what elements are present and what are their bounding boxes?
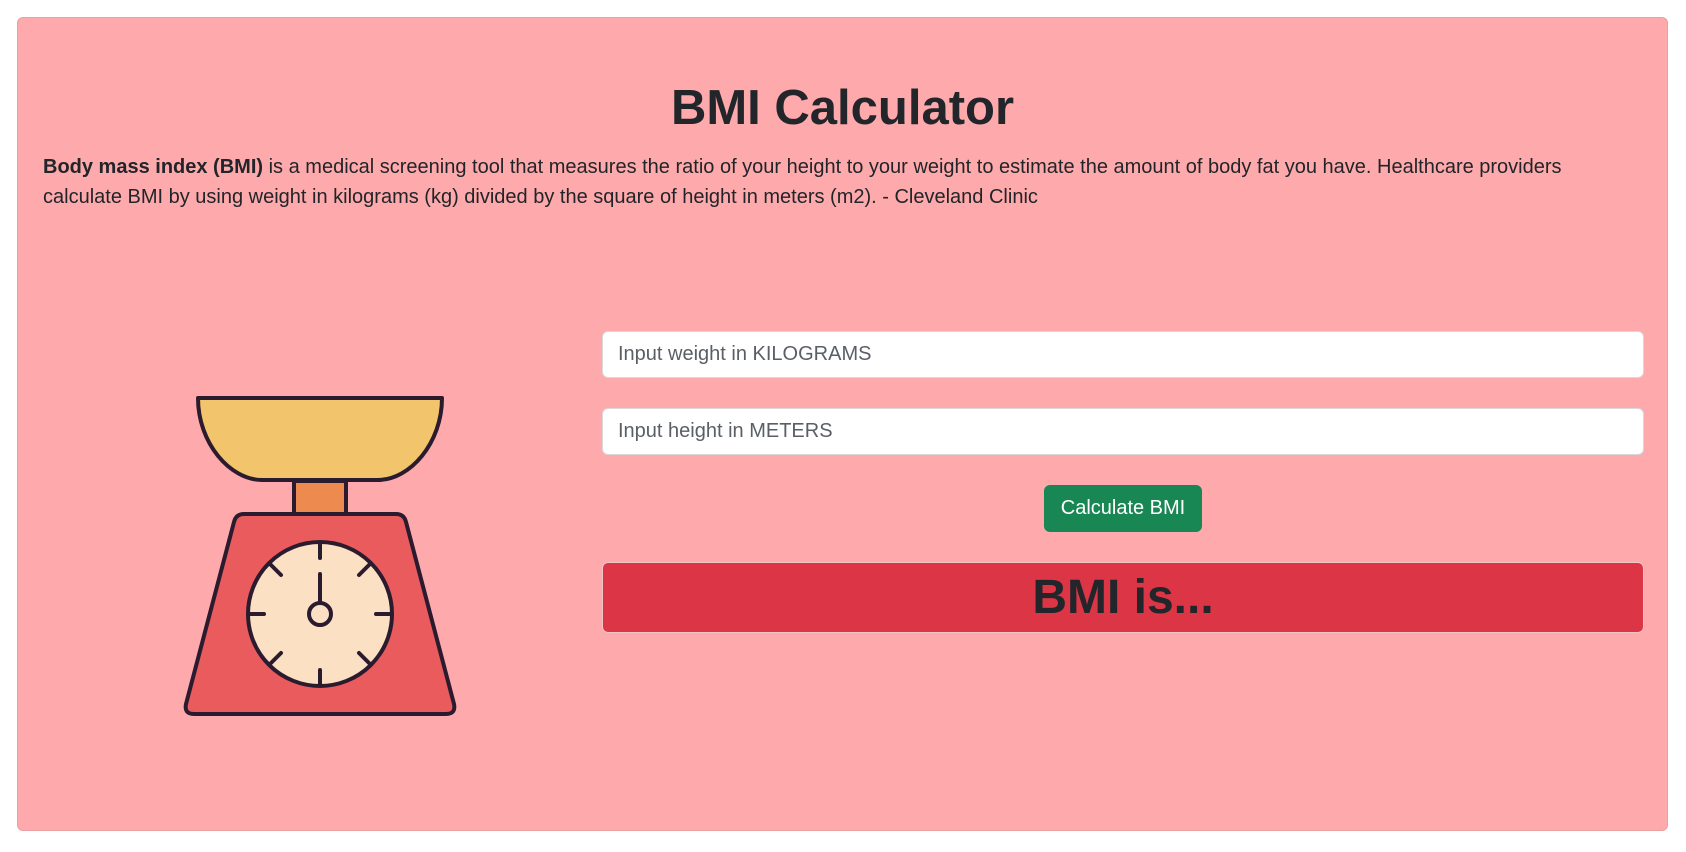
intro-bold-term: Body mass index (BMI) (43, 156, 264, 178)
bmi-result-banner: BMI is... (602, 562, 1644, 633)
button-row: Calculate BMI (602, 485, 1644, 532)
intro-text: is a medical screening tool that measure… (43, 156, 1562, 208)
bmi-form: Calculate BMI BMI is... (602, 331, 1644, 633)
weight-input[interactable] (602, 331, 1644, 378)
bmi-card: BMI Calculator Body mass index (BMI) is … (17, 17, 1668, 831)
calculate-bmi-button[interactable]: Calculate BMI (1043, 485, 1203, 532)
kitchen-scale-icon (178, 378, 498, 748)
intro-paragraph: Body mass index (BMI) is a medical scree… (43, 152, 1643, 212)
height-input[interactable] (602, 408, 1644, 455)
page-title: BMI Calculator (670, 81, 1015, 135)
